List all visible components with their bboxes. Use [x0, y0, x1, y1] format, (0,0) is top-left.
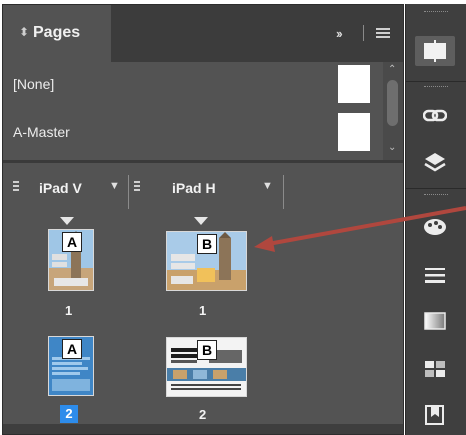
chevron-updown-icon[interactable]: ⬍ [19, 25, 29, 39]
dock-grip[interactable] [424, 11, 448, 14]
bookmark-glyph [425, 405, 444, 425]
masters-section: [None] A-Master ⌃ ⌄ [3, 62, 403, 160]
links-glyph [423, 109, 447, 122]
master-prefix-badge: B [197, 234, 217, 254]
master-thumbnail[interactable] [338, 113, 370, 151]
panel-bottom-bar [3, 424, 403, 434]
master-item-none[interactable]: [None] [3, 62, 383, 108]
page-number[interactable]: 2 [199, 407, 206, 422]
pages-icon[interactable] [415, 36, 455, 66]
grip-icon[interactable] [13, 181, 19, 195]
bookmark-icon[interactable] [415, 400, 455, 430]
master-label: [None] [13, 76, 55, 92]
grip-icon[interactable] [134, 181, 140, 195]
tab-title: Pages [33, 24, 81, 41]
master-item-a-master[interactable]: A-Master [3, 110, 383, 156]
master-label: A-Master [13, 124, 70, 140]
page-thumbnail[interactable]: B [166, 231, 247, 291]
indesign-window: ⬍ Pages ›› [None] A-Master ⌃ ⌄ iPad V ▼ … [0, 0, 466, 435]
page-number-selected[interactable]: 2 [60, 405, 78, 423]
section-divider[interactable] [3, 160, 403, 163]
layers-glyph [424, 153, 446, 172]
page-number[interactable]: 1 [65, 303, 72, 318]
stroke-glyph [425, 268, 445, 283]
dock-separator [406, 188, 466, 189]
page-thumbnail[interactable]: A [48, 229, 94, 291]
panel-menu-icon[interactable] [376, 28, 390, 38]
scroll-down-icon[interactable]: ⌄ [388, 142, 396, 153]
dock-grip[interactable] [424, 86, 448, 89]
page-thumbnail[interactable]: B [166, 337, 247, 397]
swatches-glyph [424, 219, 446, 235]
master-prefix-badge: A [62, 339, 82, 359]
layers-icon[interactable] [415, 147, 455, 177]
master-prefix-badge: B [197, 340, 217, 360]
gradient-icon[interactable] [415, 306, 455, 336]
column-header-ipad-v[interactable]: iPad V ▼ [13, 177, 128, 209]
tab-divider [363, 25, 364, 41]
links-icon[interactable] [415, 101, 455, 131]
swatch-grid-icon[interactable] [415, 354, 455, 384]
gradient-glyph [424, 312, 446, 330]
column-marker-icon [194, 217, 208, 225]
column-header-ipad-h[interactable]: iPad H ▼ [134, 177, 284, 209]
alternate-layout-label: iPad V [39, 180, 82, 196]
swatches-icon[interactable] [415, 212, 455, 242]
pages-panel: ⬍ Pages ›› [None] A-Master ⌃ ⌄ iPad V ▼ … [2, 4, 404, 435]
panel-dock [405, 4, 466, 435]
caret-down-icon[interactable]: ▼ [109, 180, 120, 192]
column-divider [128, 175, 129, 209]
dock-grip[interactable] [424, 194, 448, 197]
column-marker-icon [60, 217, 74, 225]
swatch-grid-glyph [425, 361, 445, 377]
dock-separator [406, 81, 466, 82]
masters-scrollbar[interactable]: ⌃ ⌄ [383, 62, 403, 160]
double-chevron-right-icon[interactable]: ›› [336, 26, 343, 41]
panel-tab-bar: ⬍ Pages ›› [3, 5, 403, 63]
column-divider [283, 175, 284, 209]
scrollbar-thumb[interactable] [387, 80, 398, 126]
caret-down-icon[interactable]: ▼ [262, 180, 273, 192]
page-number[interactable]: 1 [199, 303, 206, 318]
master-prefix-badge: A [62, 232, 82, 252]
page-thumbnail[interactable]: A [48, 336, 94, 396]
stroke-icon[interactable] [415, 260, 455, 290]
master-thumbnail[interactable] [338, 65, 370, 103]
pages-glyph [424, 40, 446, 62]
alternate-layout-label: iPad H [172, 180, 216, 196]
scroll-up-icon[interactable]: ⌃ [388, 64, 396, 75]
tab-pages[interactable]: ⬍ Pages [3, 5, 111, 62]
